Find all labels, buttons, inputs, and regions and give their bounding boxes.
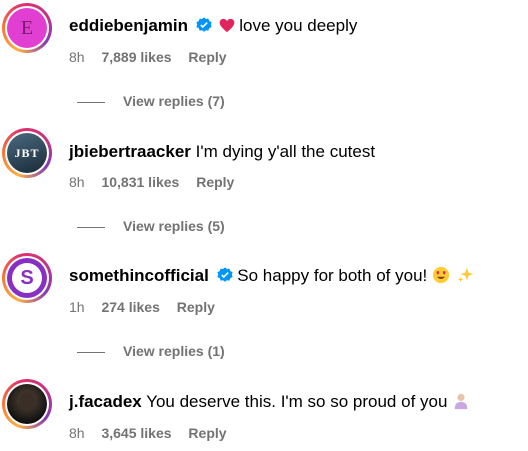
comment-text: love you deeply <box>239 16 358 35</box>
person-bowing-emoji-icon <box>454 393 468 410</box>
username[interactable]: j.facadex <box>69 392 142 411</box>
likes-count[interactable]: 274 likes <box>101 299 159 315</box>
reply-button[interactable]: Reply <box>196 174 234 190</box>
divider <box>77 226 105 228</box>
reply-button[interactable]: Reply <box>177 299 215 315</box>
verified-icon <box>216 267 233 282</box>
avatar-letter: JBT <box>14 145 40 160</box>
comment-text: So happy for both of you! <box>237 266 428 285</box>
likes-count[interactable]: 3,645 likes <box>101 425 171 441</box>
timestamp: 8h <box>69 174 85 190</box>
avatar[interactable] <box>2 379 52 429</box>
likes-count[interactable]: 7,889 likes <box>101 49 171 65</box>
verified-icon <box>196 17 212 32</box>
username[interactable]: somethincofficial <box>69 266 209 285</box>
sparkles-emoji-icon <box>457 267 473 283</box>
timestamp: 1h <box>69 299 85 315</box>
avatar[interactable]: S <box>2 253 52 303</box>
view-replies-button[interactable]: View replies (7) <box>77 92 225 110</box>
avatar-letter: E <box>20 16 34 39</box>
view-replies-button[interactable]: View replies (5) <box>77 217 225 235</box>
username[interactable]: jbiebertraacker <box>69 142 191 161</box>
timestamp: 8h <box>69 425 85 441</box>
view-replies-button[interactable]: View replies (1) <box>77 342 225 360</box>
timestamp: 8h <box>69 49 85 65</box>
heart-icon <box>219 18 234 33</box>
reply-button[interactable]: Reply <box>188 49 226 65</box>
comment-text: You deserve this. I'm so so proud of you <box>146 392 448 411</box>
divider <box>77 101 105 103</box>
reply-button[interactable]: Reply <box>188 425 226 441</box>
likes-count[interactable]: 10,831 likes <box>101 174 179 190</box>
view-replies-label: View replies (7) <box>123 93 225 109</box>
view-replies-label: View replies (5) <box>123 218 225 234</box>
username[interactable]: eddiebenjamin <box>69 16 188 35</box>
comment-text: I'm dying y'all the cutest <box>195 142 376 161</box>
view-replies-label: View replies (1) <box>123 343 225 359</box>
avatar[interactable]: E <box>2 3 52 53</box>
heart-eyes-emoji-icon <box>432 266 450 284</box>
avatar[interactable]: JBT <box>2 128 52 178</box>
divider <box>77 351 105 353</box>
avatar-letter: S <box>20 266 34 289</box>
